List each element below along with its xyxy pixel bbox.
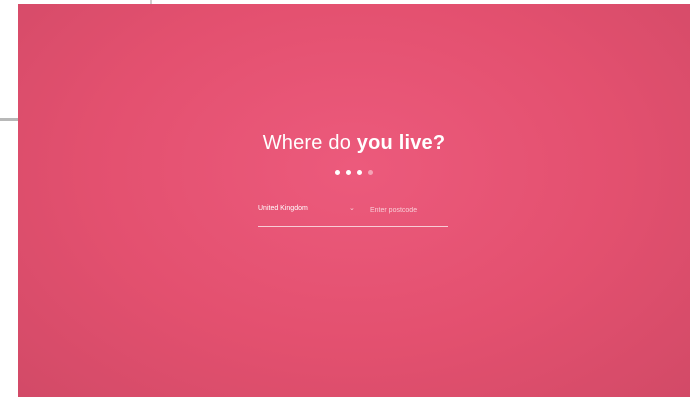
page: Where do you live? United Kingdom ⌄ xyxy=(0,0,693,399)
progress-dot xyxy=(357,170,362,175)
chevron-down-icon: ⌄ xyxy=(349,205,355,212)
onboarding-screen: Where do you live? United Kingdom ⌄ xyxy=(18,4,690,397)
country-select-value: United Kingdom xyxy=(258,205,308,212)
question-heading: Where do you live? xyxy=(18,132,690,155)
question-prefix: Where do xyxy=(262,132,352,154)
progress-dot xyxy=(346,170,351,175)
background-divider xyxy=(0,118,20,121)
question-emphasis: you live? xyxy=(356,132,446,154)
step-progress-dots xyxy=(18,170,690,175)
country-select[interactable]: United Kingdom ⌄ xyxy=(258,203,358,221)
postcode-input[interactable] xyxy=(370,203,446,217)
progress-dot xyxy=(335,170,340,175)
address-form-row: United Kingdom ⌄ xyxy=(258,200,448,227)
progress-dot xyxy=(368,170,373,175)
